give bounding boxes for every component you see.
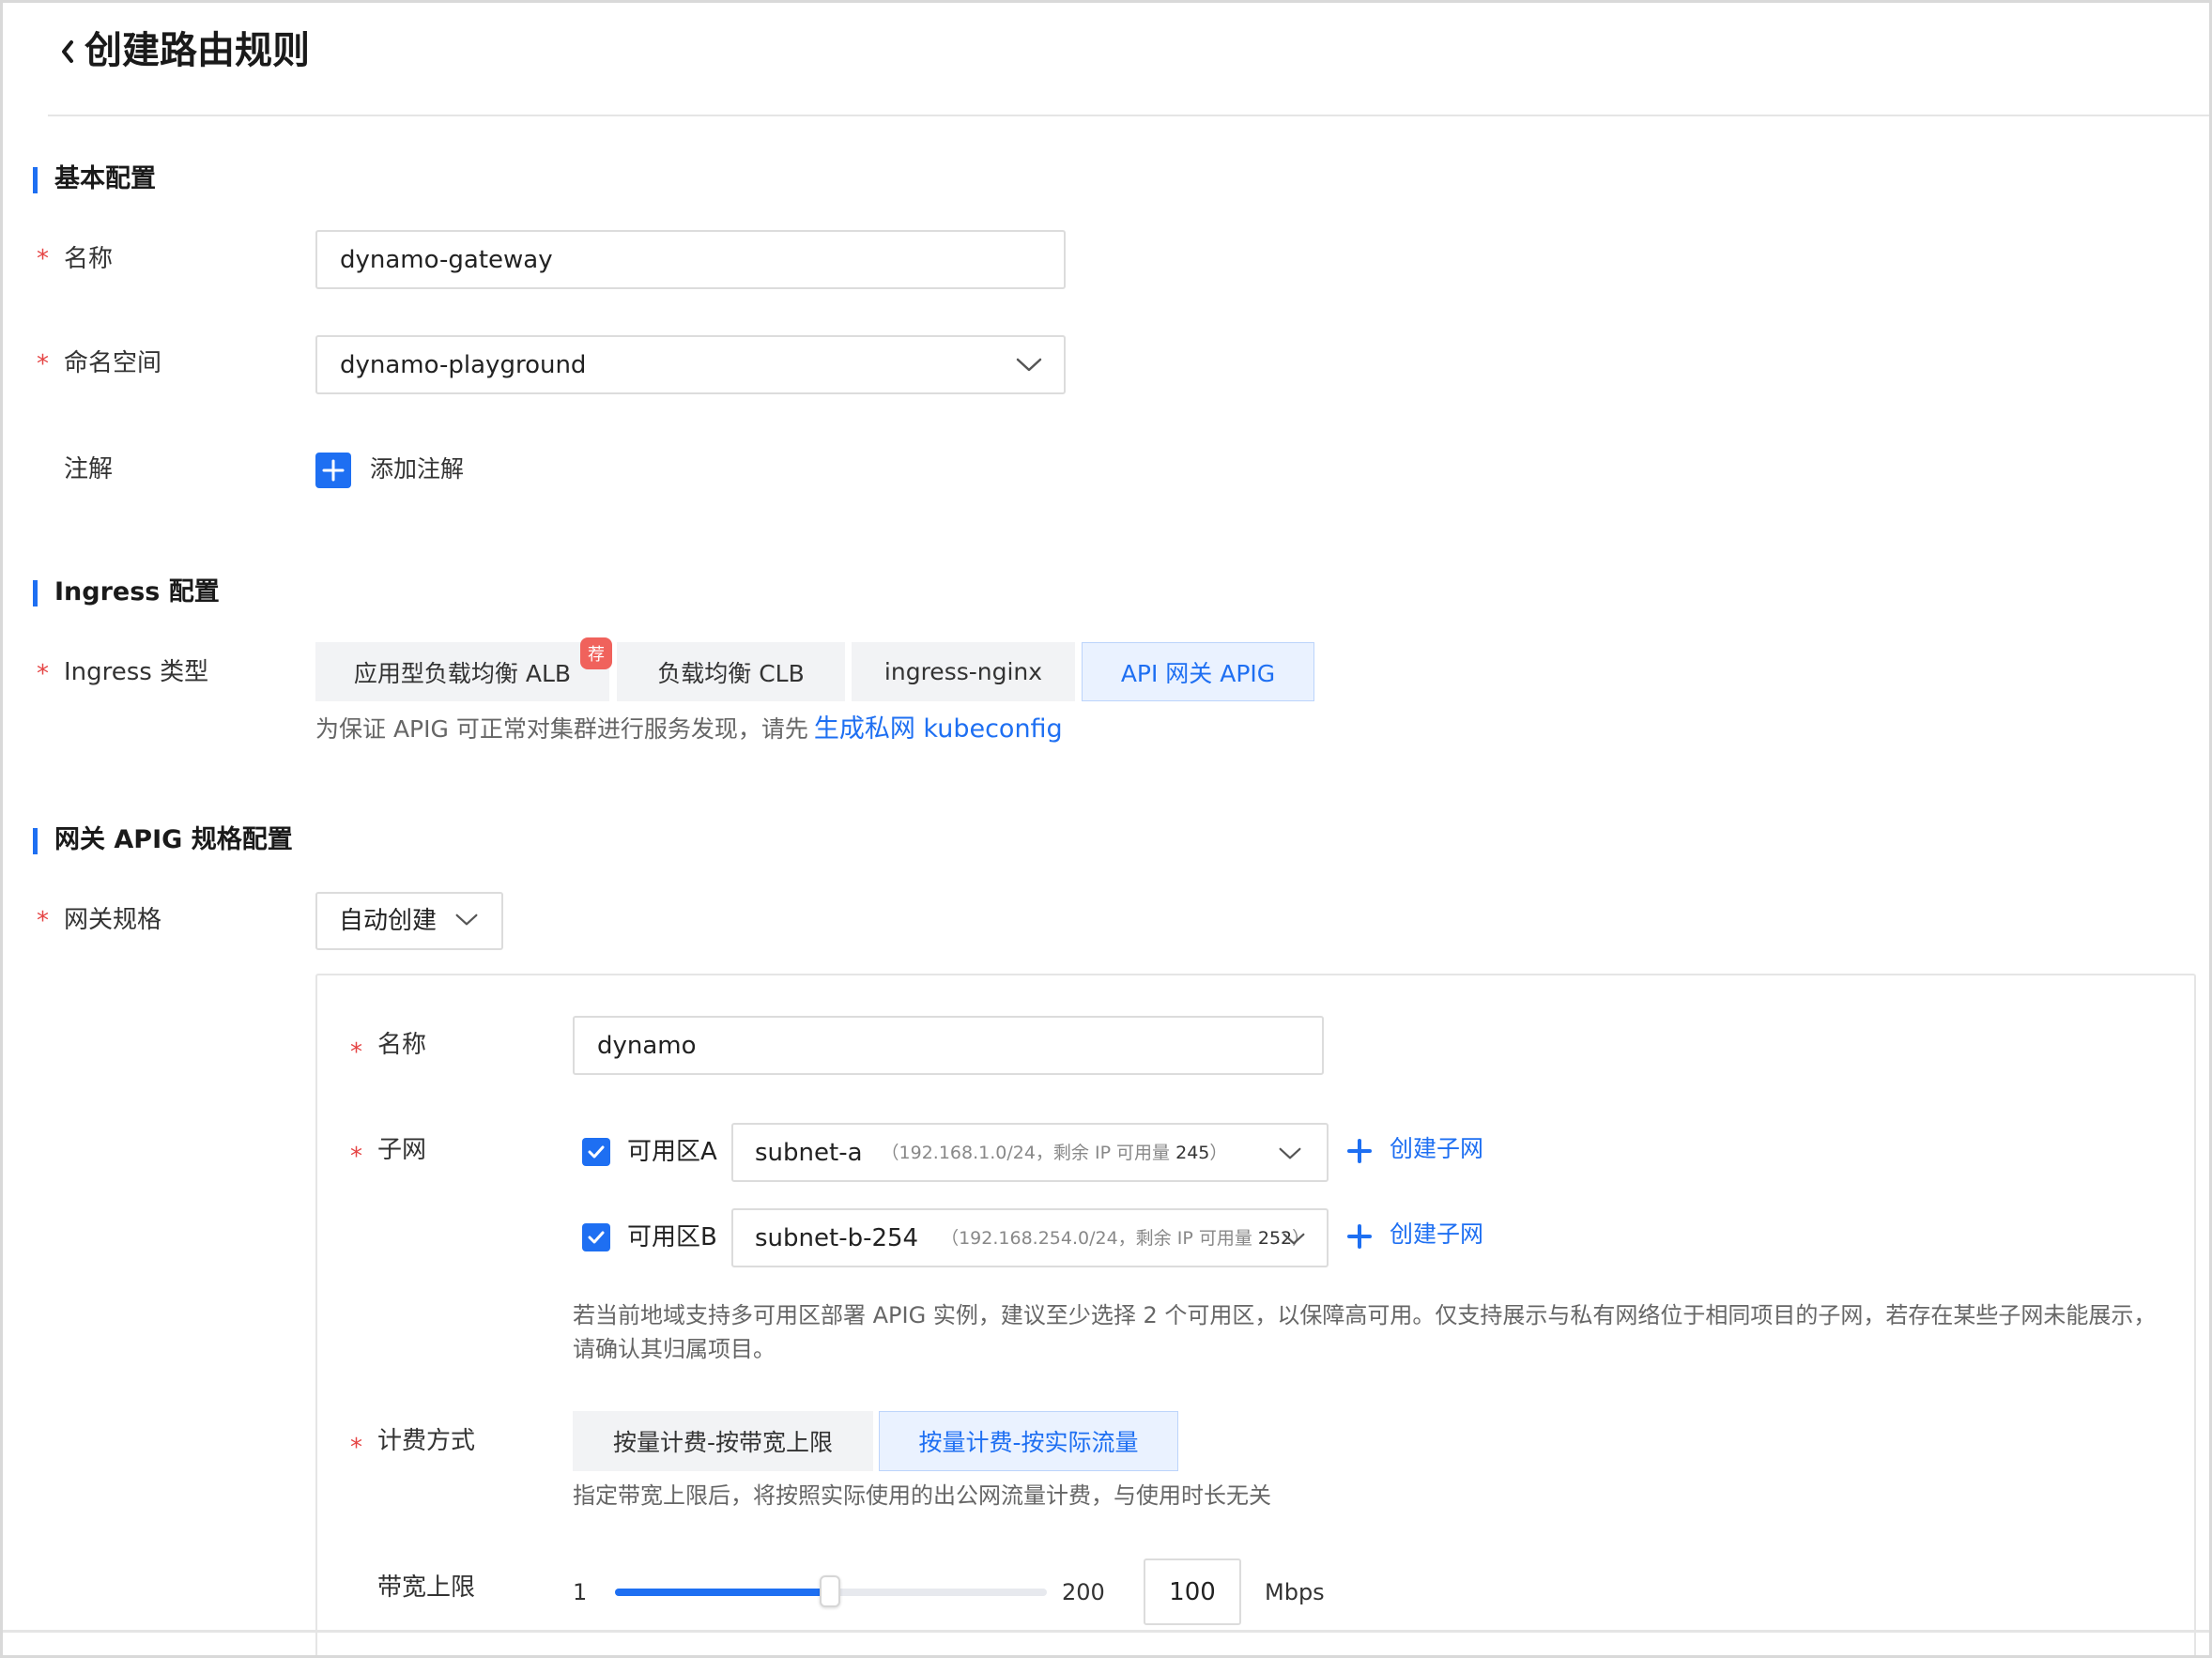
- section-marker: [33, 828, 38, 854]
- ingress-type-label: Ingress 类型: [64, 658, 209, 686]
- plus-icon: [322, 459, 345, 482]
- chevron-down-icon: [1016, 358, 1042, 372]
- namespace-select-value: dynamo-playground: [340, 350, 587, 379]
- zone-b-subnet-select[interactable]: subnet-b-254 （192.168.254.0/24，剩余 IP 可用量…: [731, 1208, 1329, 1267]
- gateway-spec-select[interactable]: 自动创建: [315, 892, 503, 950]
- ingress-type-nginx[interactable]: ingress-nginx: [852, 642, 1075, 701]
- required-mark: *: [37, 350, 49, 378]
- chevron-down-icon: [1279, 1147, 1301, 1159]
- required-mark: *: [37, 907, 49, 935]
- name-label: 名称: [64, 245, 114, 273]
- page-title: 创建路由规则: [84, 29, 310, 72]
- zone-b-label: 可用区B: [627, 1223, 717, 1251]
- gateway-spec-label: 网关规格: [64, 906, 162, 934]
- page-frame: 创建路由规则 基本配置 * 名称 dynamo-gateway * 命名空间 d…: [0, 0, 2212, 1658]
- back-chevron-icon[interactable]: [56, 35, 79, 69]
- zone-b-checkbox[interactable]: [582, 1223, 610, 1251]
- name-input[interactable]: dynamo-gateway: [315, 230, 1066, 289]
- create-subnet-link-b[interactable]: 创建子网: [1390, 1219, 1483, 1251]
- zone-a-subnet-value: subnet-a: [755, 1138, 863, 1167]
- billing-option-bandwidth[interactable]: 按量计费-按带宽上限: [573, 1411, 873, 1471]
- billing-hint: 指定带宽上限后，将按照实际使用的出公网流量计费，与使用时长无关: [573, 1482, 1271, 1509]
- zone-b-subnet-value: subnet-b-254: [755, 1223, 919, 1252]
- required-mark: *: [37, 660, 49, 688]
- section-title-basic: 基本配置: [54, 164, 156, 193]
- gateway-name-value: dynamo: [597, 1031, 697, 1060]
- namespace-label: 命名空间: [64, 349, 162, 377]
- add-annotation-button[interactable]: [315, 453, 351, 488]
- billing-label: 计费方式: [377, 1427, 476, 1455]
- bandwidth-input-value: 100: [1169, 1577, 1216, 1606]
- zone-a-subnet-select[interactable]: subnet-a （192.168.1.0/24，剩余 IP 可用量 245）: [731, 1123, 1329, 1182]
- zone-a-subnet-detail: （192.168.1.0/24，剩余 IP 可用量 245）: [881, 1142, 1228, 1163]
- add-annotation-link[interactable]: 添加注解: [370, 453, 464, 485]
- ingress-hint-text: 为保证 APIG 可正常对集群进行服务发现，请先: [315, 715, 808, 743]
- bandwidth-input[interactable]: 100: [1144, 1558, 1241, 1625]
- subnet-hint-line1: 若当前地域支持多可用区部署 APIG 实例，建议至少选择 2 个可用区，以保障高…: [573, 1302, 2157, 1328]
- bandwidth-min: 1: [573, 1579, 588, 1605]
- create-subnet-link-a[interactable]: 创建子网: [1390, 1133, 1483, 1165]
- generate-kubeconfig-link[interactable]: 生成私网 kubeconfig: [814, 714, 1063, 744]
- bandwidth-unit: Mbps: [1265, 1579, 1325, 1605]
- zone-a-label: 可用区A: [627, 1138, 717, 1166]
- name-input-value: dynamo-gateway: [340, 245, 553, 274]
- gateway-name-input[interactable]: dynamo: [573, 1016, 1324, 1075]
- subnet-label: 子网: [377, 1136, 427, 1164]
- gateway-name-label: 名称: [377, 1031, 427, 1059]
- annotation-label: 注解: [64, 455, 114, 484]
- chevron-down-icon: [1283, 1233, 1305, 1245]
- check-icon: [588, 1231, 605, 1244]
- bandwidth-max: 200: [1062, 1579, 1105, 1605]
- required-mark: *: [350, 1143, 362, 1171]
- gateway-spec-value: 自动创建: [339, 907, 438, 935]
- billing-option-traffic[interactable]: 按量计费-按实际流量: [879, 1411, 1178, 1471]
- section-title-gateway: 网关 APIG 规格配置: [54, 825, 293, 854]
- zone-a-checkbox[interactable]: [582, 1138, 610, 1166]
- section-title-ingress: Ingress 配置: [54, 577, 220, 606]
- section-marker: [33, 580, 38, 606]
- namespace-select[interactable]: dynamo-playground: [315, 335, 1066, 394]
- plus-icon[interactable]: [1347, 1224, 1372, 1249]
- bandwidth-slider-handle[interactable]: [819, 1575, 840, 1607]
- required-mark: *: [350, 1038, 362, 1067]
- ingress-type-alb[interactable]: 应用型负载均衡 ALB: [315, 642, 609, 701]
- ingress-hint: 为保证 APIG 可正常对集群进行服务发现，请先 生成私网 kubeconfig: [315, 713, 1063, 746]
- ingress-type-clb[interactable]: 负载均衡 CLB: [617, 642, 845, 701]
- ingress-type-apig[interactable]: API 网关 APIG: [1082, 642, 1314, 701]
- subnet-hint-line2: 请确认其归属项目。: [573, 1336, 776, 1362]
- header-divider: [48, 115, 2209, 116]
- chevron-down-icon: [455, 913, 478, 926]
- zone-b-subnet-detail: （192.168.254.0/24，剩余 IP 可用量 252）: [941, 1227, 1311, 1249]
- recommend-badge: 荐: [580, 637, 612, 669]
- plus-icon[interactable]: [1347, 1139, 1372, 1163]
- check-icon: [588, 1145, 605, 1159]
- section-marker: [33, 167, 38, 193]
- bandwidth-slider-fill: [615, 1589, 830, 1596]
- required-mark: *: [37, 245, 49, 273]
- bottom-divider: [3, 1630, 2209, 1633]
- bandwidth-label: 带宽上限: [377, 1574, 476, 1602]
- required-mark: *: [350, 1434, 362, 1462]
